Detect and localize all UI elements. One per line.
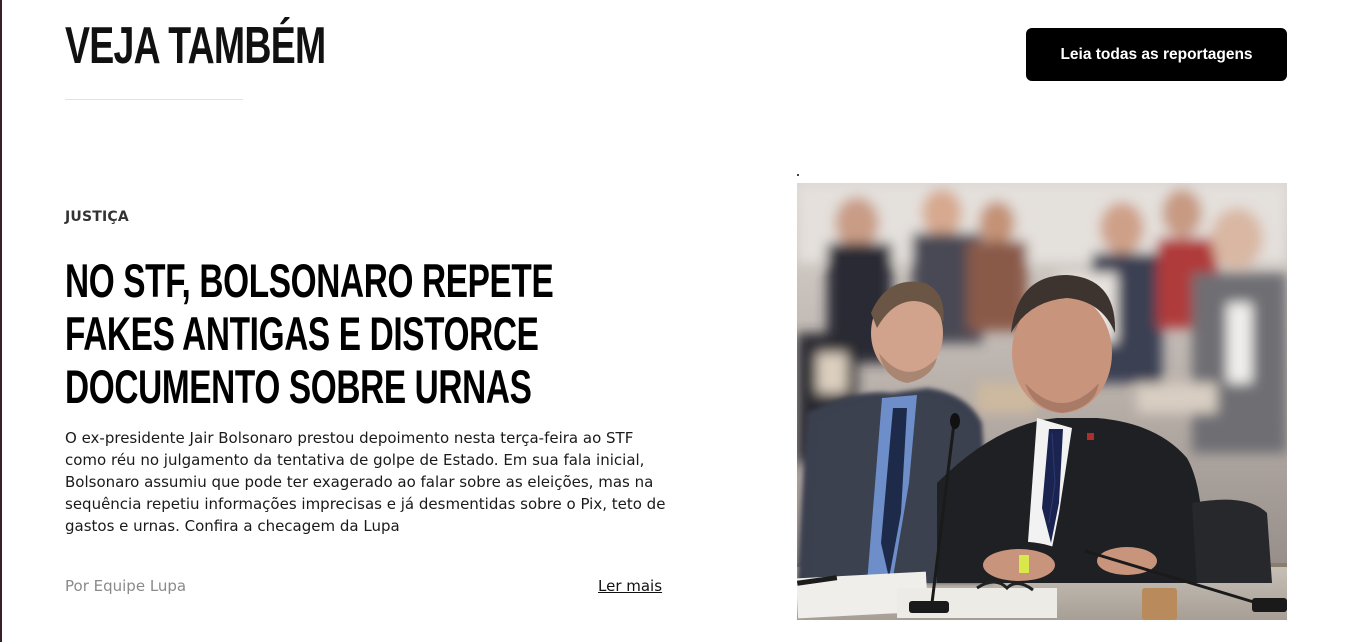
article-headline[interactable]: NO STF, BOLSONARO REPETE FAKES ANTIGAS E… xyxy=(65,254,605,413)
section-title: VEJA TAMBÉM xyxy=(65,17,326,75)
article-photo[interactable] xyxy=(797,183,1287,620)
left-edge-border xyxy=(0,0,2,642)
read-more-link[interactable]: Ler mais xyxy=(598,577,662,595)
article-summary: O ex-presidente Jair Bolsonaro prestou d… xyxy=(65,429,666,535)
article-author: Por Equipe Lupa xyxy=(65,577,187,595)
image-caption-dot xyxy=(797,174,799,176)
page: VEJA TAMBÉM Leia todas as reportagens JU… xyxy=(0,0,1348,642)
article-category[interactable]: JUSTIÇA xyxy=(65,209,129,225)
title-divider xyxy=(65,99,243,100)
all-reports-button[interactable]: Leia todas as reportagens xyxy=(1026,28,1287,81)
photo-illustration xyxy=(797,183,1287,620)
